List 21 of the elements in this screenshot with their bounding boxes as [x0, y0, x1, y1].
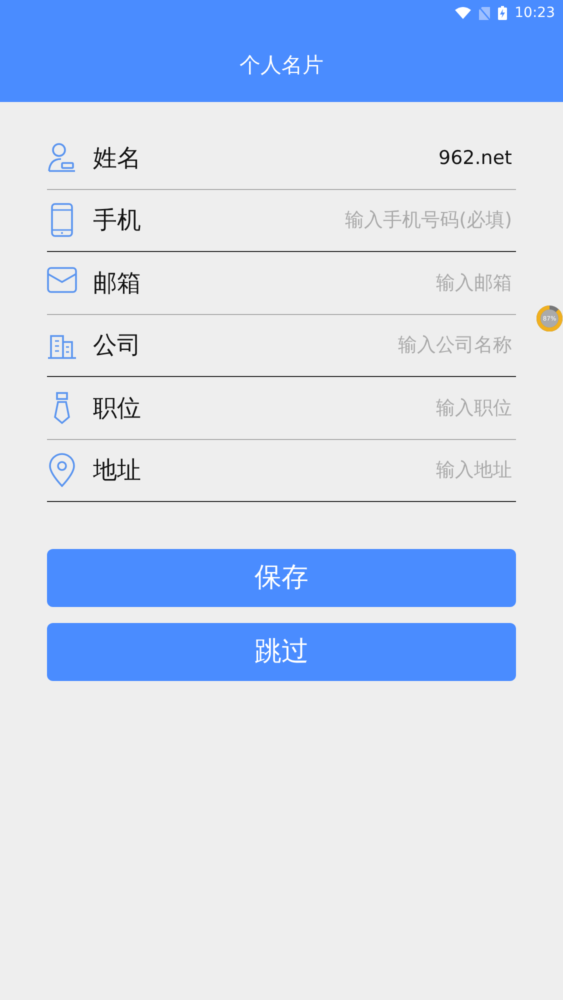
field-label: 邮箱 [93, 268, 142, 299]
no-sim-icon [478, 6, 490, 20]
wifi-icon [454, 7, 471, 19]
battery-charging-icon [498, 6, 507, 20]
input-field[interactable]: 输入职位 [203, 394, 516, 422]
skip-button[interactable]: 跳过 [47, 623, 516, 681]
page-title: 个人名片 [240, 52, 324, 79]
field-label: 职位 [93, 392, 142, 424]
field-label: 公司 [93, 330, 142, 362]
field-label: 手机 [93, 205, 142, 236]
field-label: 地址 [93, 455, 142, 486]
input-field[interactable]: 输入地址 [203, 456, 516, 484]
person-icon [47, 140, 77, 175]
field-label: 姓名 [93, 142, 142, 174]
save-button[interactable]: 保存 [47, 549, 516, 607]
input-field[interactable]: 输入公司名称 [203, 331, 516, 360]
input-field[interactable]: 962.net [203, 144, 516, 172]
input-field[interactable]: 输入手机号码(必填) [203, 206, 516, 234]
input-field[interactable]: 输入邮箱 [203, 268, 516, 297]
clock-time: 10:23 [514, 4, 555, 22]
location-pin-icon [47, 453, 77, 488]
